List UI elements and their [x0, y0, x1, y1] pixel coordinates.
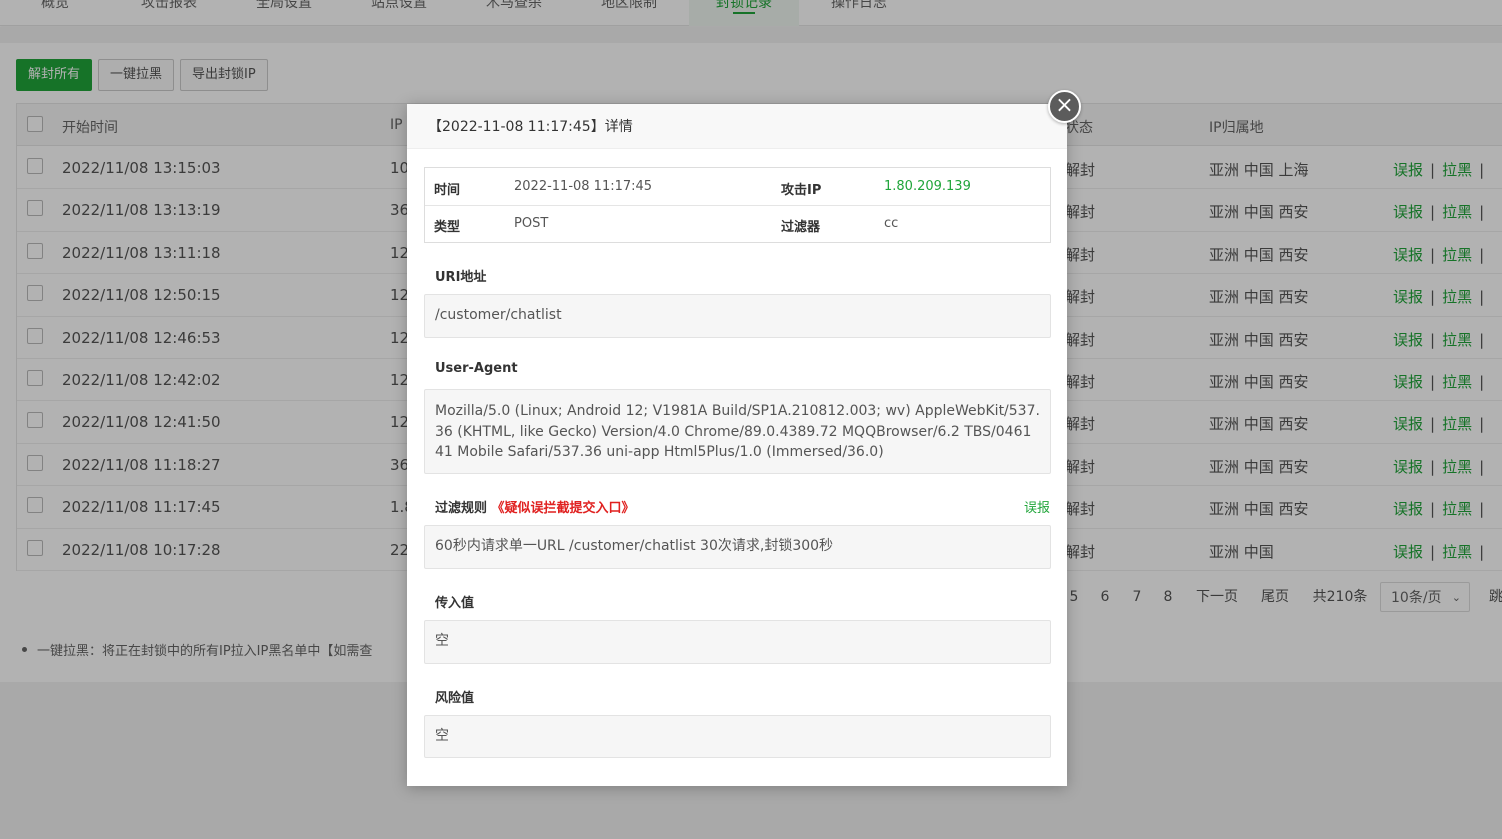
attack-ip-value: 1.80.209.139: [884, 179, 971, 194]
filter-rule-title: 过滤规则: [435, 501, 488, 516]
risk-value-label: 风险值: [435, 691, 475, 706]
type-value: POST: [514, 216, 549, 231]
info-table: 时间 2022-11-08 11:17:45 攻击IP 1.80.209.139…: [424, 167, 1051, 243]
type-label: 类型: [434, 220, 461, 235]
time-value: 2022-11-08 11:17:45: [514, 179, 653, 194]
false-block-submit-link[interactable]: 《疑似误拦截提交入口》: [492, 501, 635, 516]
modal-title: 【2022-11-08 11:17:45】详情: [407, 104, 1067, 149]
close-icon[interactable]: ×: [1048, 90, 1081, 123]
filter-value: cc: [884, 216, 899, 231]
risk-value: 空: [424, 715, 1051, 758]
attack-ip-label: 攻击IP: [781, 183, 822, 198]
user-agent-value: Mozilla/5.0 (Linux; Android 12; V1981A B…: [424, 389, 1051, 474]
user-agent-label: User-Agent: [435, 361, 518, 376]
info-divider: [425, 205, 1050, 206]
uri-value: /customer/chatlist: [424, 294, 1051, 338]
input-value-label: 传入值: [435, 596, 475, 611]
false-report-link[interactable]: 误报: [1024, 497, 1050, 516]
detail-modal: 【2022-11-08 11:17:45】详情 × 时间 2022-11-08 …: [407, 90, 1081, 786]
filter-rule-label: 过滤规则 《疑似误拦截提交入口》: [435, 497, 635, 516]
time-label: 时间: [434, 183, 461, 198]
input-value: 空: [424, 620, 1051, 664]
filter-rule-value: 60秒内请求单一URL /customer/chatlist 30次请求,封锁3…: [424, 525, 1051, 569]
filter-label: 过滤器: [781, 220, 821, 235]
uri-label: URI地址: [435, 270, 487, 285]
